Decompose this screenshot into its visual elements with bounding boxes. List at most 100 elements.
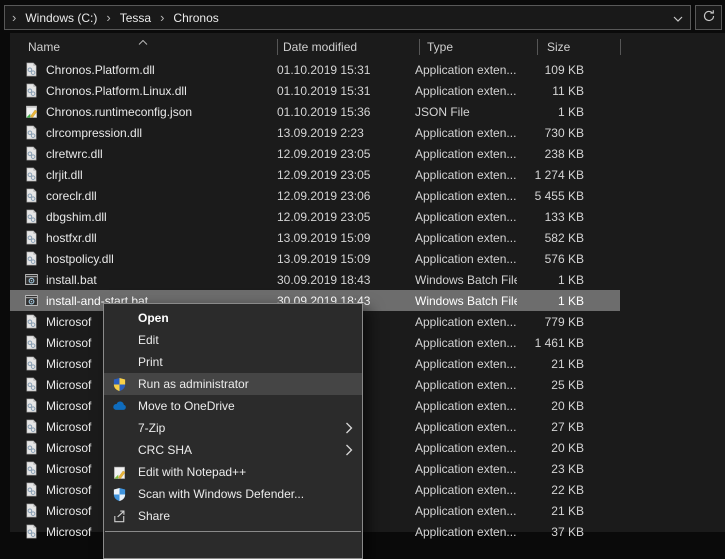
dll-file-icon <box>24 440 40 456</box>
table-row[interactable]: coreclr.dll 12.09.2019 23:06 Application… <box>10 185 620 206</box>
file-type: Application exten... <box>407 84 517 98</box>
file-size: 1 KB <box>517 273 592 287</box>
breadcrumb-item[interactable]: Chronos <box>171 11 220 25</box>
breadcrumb-root-chevron-icon[interactable]: › <box>5 11 23 24</box>
file-size: 1 461 KB <box>517 336 592 350</box>
file-date-modified: 12.09.2019 23:05 <box>271 210 407 224</box>
breadcrumb-chevron-icon[interactable]: › <box>99 10 117 25</box>
file-type: Application exten... <box>407 252 517 266</box>
file-size: 779 KB <box>517 315 592 329</box>
file-name: clretwrc.dll <box>40 147 271 161</box>
menu-item-icon-placeholder <box>111 332 127 348</box>
defender-shield-icon <box>111 486 127 502</box>
file-date-modified: 12.09.2019 23:05 <box>271 168 407 182</box>
dll-file-icon <box>24 314 40 330</box>
file-type: JSON File <box>407 105 517 119</box>
refresh-button[interactable] <box>695 5 722 30</box>
file-size: 25 KB <box>517 378 592 392</box>
file-type: Application exten... <box>407 399 517 413</box>
menu-item[interactable]: Share <box>104 505 362 527</box>
address-dropdown-button[interactable] <box>666 6 690 29</box>
menu-item-icon-placeholder <box>111 442 127 458</box>
breadcrumb-chevron-icon[interactable]: › <box>153 10 171 25</box>
menu-item-icon-placeholder <box>111 354 127 370</box>
table-row[interactable]: Chronos.Platform.dll 01.10.2019 15:31 Ap… <box>10 59 620 80</box>
file-size: 27 KB <box>517 420 592 434</box>
dll-file-icon <box>24 356 40 372</box>
table-row[interactable]: Chronos.Platform.Linux.dll 01.10.2019 15… <box>10 80 620 101</box>
file-size: 21 KB <box>517 504 592 518</box>
table-row[interactable]: install.bat 30.09.2019 18:43 Windows Bat… <box>10 269 620 290</box>
file-type: Application exten... <box>407 462 517 476</box>
file-type: Application exten... <box>407 315 517 329</box>
file-size: 5 455 KB <box>517 189 592 203</box>
column-header-size[interactable]: Size <box>547 40 570 54</box>
file-size: 20 KB <box>517 441 592 455</box>
column-header-name[interactable]: Name <box>28 40 60 54</box>
table-row[interactable]: hostfxr.dll 13.09.2019 15:09 Application… <box>10 227 620 248</box>
file-type: Application exten... <box>407 336 517 350</box>
column-resize-handle[interactable] <box>419 39 420 55</box>
dll-file-icon <box>24 230 40 246</box>
file-name: Chronos.Platform.dll <box>40 63 271 77</box>
menu-item-label: Edit with Notepad++ <box>138 465 246 479</box>
file-type: Application exten... <box>407 126 517 140</box>
dll-file-icon <box>24 251 40 267</box>
bat-file-icon <box>24 272 40 288</box>
file-type: Application exten... <box>407 168 517 182</box>
menu-item-label: Share <box>138 509 170 523</box>
table-row[interactable]: dbgshim.dll 12.09.2019 23:05 Application… <box>10 206 620 227</box>
refresh-icon <box>702 9 716 26</box>
menu-item[interactable]: Open <box>104 307 362 329</box>
table-row[interactable]: clrjit.dll 12.09.2019 23:05 Application … <box>10 164 620 185</box>
menu-item[interactable]: Move to OneDrive <box>104 395 362 417</box>
menu-item[interactable]: Scan with Windows Defender... <box>104 483 362 505</box>
column-resize-handle[interactable] <box>620 39 621 55</box>
menu-item-label: Run as administrator <box>138 377 249 391</box>
breadcrumb-item[interactable]: Tessa <box>118 11 153 25</box>
chevron-down-icon <box>673 11 683 25</box>
file-size: 1 KB <box>517 294 592 308</box>
dll-file-icon <box>24 482 40 498</box>
file-date-modified: 13.09.2019 2:23 <box>271 126 407 140</box>
column-header-row: Name Date modified Type Size <box>10 33 725 59</box>
file-size: 22 KB <box>517 483 592 497</box>
menu-item[interactable]: Edit with Notepad++ <box>104 461 362 483</box>
menu-item[interactable]: Print <box>104 351 362 373</box>
file-size: 11 KB <box>517 84 592 98</box>
file-size: 1 KB <box>517 105 592 119</box>
file-size: 582 KB <box>517 231 592 245</box>
file-type: Application exten... <box>407 231 517 245</box>
file-name: hostpolicy.dll <box>40 252 271 266</box>
table-row[interactable]: clrcompression.dll 13.09.2019 2:23 Appli… <box>10 122 620 143</box>
file-name: dbgshim.dll <box>40 210 271 224</box>
submenu-chevron-icon <box>345 422 353 434</box>
menu-item-label: Edit <box>138 333 159 347</box>
table-row[interactable]: Chronos.runtimeconfig.json 01.10.2019 15… <box>10 101 620 122</box>
dll-file-icon <box>24 419 40 435</box>
menu-item-label: Open <box>138 311 169 325</box>
menu-item[interactable]: Run as administrator <box>104 373 362 395</box>
address-bar[interactable]: › Windows (C:)›Tessa›Chronos <box>4 5 691 30</box>
menu-item[interactable]: 7-Zip <box>104 417 362 439</box>
file-name: Chronos.runtimeconfig.json <box>40 105 271 119</box>
breadcrumb: Windows (C:)›Tessa›Chronos <box>23 11 220 25</box>
column-resize-handle[interactable] <box>277 39 278 55</box>
column-header-date-modified[interactable]: Date modified <box>283 40 357 54</box>
column-header-type[interactable]: Type <box>427 40 453 54</box>
file-type: Application exten... <box>407 210 517 224</box>
dll-file-icon <box>24 503 40 519</box>
breadcrumb-item[interactable]: Windows (C:) <box>23 11 99 25</box>
menu-item[interactable]: Edit <box>104 329 362 351</box>
column-resize-handle[interactable] <box>537 39 538 55</box>
file-size: 730 KB <box>517 126 592 140</box>
table-row[interactable]: clretwrc.dll 12.09.2019 23:05 Applicatio… <box>10 143 620 164</box>
menu-item[interactable]: CRC SHA <box>104 439 362 461</box>
sort-ascending-icon <box>138 34 148 39</box>
dll-file-icon <box>24 125 40 141</box>
menu-item-icon-placeholder <box>111 420 127 436</box>
table-row[interactable]: hostpolicy.dll 13.09.2019 15:09 Applicat… <box>10 248 620 269</box>
json-file-icon <box>24 104 40 120</box>
file-type: Application exten... <box>407 63 517 77</box>
share-icon <box>111 508 127 524</box>
